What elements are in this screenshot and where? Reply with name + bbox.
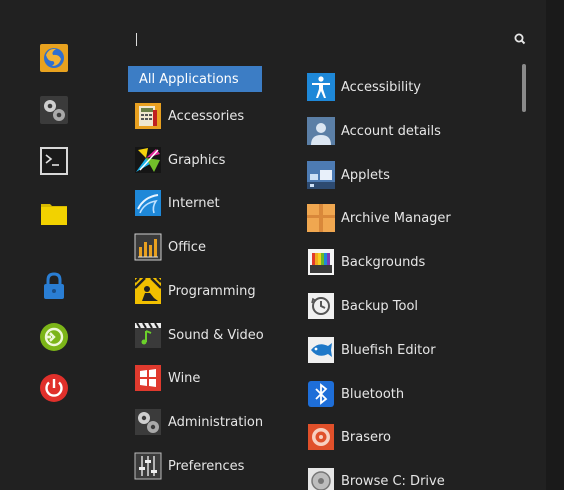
- app-account-details[interactable]: Account details: [306, 115, 441, 147]
- application-menu: All Applications Accessories Graphics In…: [0, 0, 546, 490]
- system-settings-icon[interactable]: [38, 94, 70, 126]
- app-label: Accessibility: [341, 79, 421, 95]
- app-accessibility[interactable]: Accessibility: [306, 71, 421, 103]
- category-label: Sound & Video: [168, 327, 264, 343]
- sound-video-icon: [134, 321, 162, 349]
- app-label: Backup Tool: [341, 298, 419, 314]
- files-folder-icon[interactable]: [38, 197, 70, 229]
- app-label: Bluefish Editor: [341, 342, 436, 358]
- firefox-icon[interactable]: [38, 42, 70, 74]
- backup-icon: [306, 291, 336, 321]
- category-label: Accessories: [168, 108, 245, 124]
- app-archive-manager[interactable]: Archive Manager: [306, 202, 451, 234]
- programming-icon: [134, 277, 162, 305]
- backgrounds-icon: [306, 247, 336, 277]
- archive-icon: [306, 203, 336, 233]
- lock-screen-icon[interactable]: [38, 270, 70, 302]
- power-icon[interactable]: [38, 372, 70, 404]
- graphics-icon: [134, 146, 162, 174]
- terminal-icon[interactable]: [38, 145, 70, 177]
- category-wine[interactable]: Wine: [134, 363, 200, 393]
- app-label: Account details: [341, 123, 441, 139]
- app-backup-tool[interactable]: Backup Tool: [306, 290, 418, 322]
- category-graphics[interactable]: Graphics: [134, 145, 225, 175]
- app-bluefish-editor[interactable]: Bluefish Editor: [306, 334, 436, 366]
- office-icon: [134, 233, 162, 261]
- drive-icon: [306, 466, 336, 490]
- bluetooth-icon: [306, 379, 336, 409]
- scrollbar-thumb[interactable]: [522, 64, 526, 112]
- category-internet[interactable]: Internet: [134, 188, 220, 218]
- app-browse-c-drive[interactable]: Browse C: Drive: [306, 465, 445, 490]
- applets-icon: [306, 160, 336, 190]
- accessibility-icon: [306, 72, 336, 102]
- accessories-icon: [134, 102, 162, 130]
- account-icon: [306, 116, 336, 146]
- text-caret: [136, 33, 137, 46]
- category-office[interactable]: Office: [134, 232, 206, 262]
- search-icon[interactable]: [512, 31, 528, 47]
- bluefish-icon: [306, 335, 336, 365]
- category-accessories[interactable]: Accessories: [134, 101, 244, 131]
- category-label: Programming: [168, 283, 256, 299]
- desktop-background-strip: [546, 0, 564, 490]
- app-label: Archive Manager: [341, 210, 451, 226]
- app-label: Brasero: [341, 429, 392, 445]
- category-administration[interactable]: Administration: [134, 407, 263, 437]
- logout-icon[interactable]: [38, 321, 70, 353]
- app-applets[interactable]: Applets: [306, 159, 390, 191]
- category-preferences[interactable]: Preferences: [134, 451, 244, 481]
- app-brasero[interactable]: Brasero: [306, 421, 391, 453]
- category-label: Office: [168, 239, 206, 255]
- category-label: Graphics: [168, 152, 226, 168]
- category-label: Wine: [168, 370, 201, 386]
- category-sound-video[interactable]: Sound & Video: [134, 320, 264, 350]
- app-bluetooth[interactable]: Bluetooth: [306, 378, 404, 410]
- app-backgrounds[interactable]: Backgrounds: [306, 246, 425, 278]
- category-label: All Applications: [139, 71, 239, 87]
- wine-icon: [134, 364, 162, 392]
- category-label: Administration: [168, 414, 264, 430]
- app-label: Bluetooth: [341, 386, 405, 402]
- app-label: Applets: [341, 167, 390, 183]
- category-label: Internet: [168, 195, 220, 211]
- administration-icon: [134, 408, 162, 436]
- app-label: Browse C: Drive: [341, 473, 445, 489]
- internet-icon: [134, 189, 162, 217]
- category-label: Preferences: [168, 458, 245, 474]
- preferences-icon: [134, 452, 162, 480]
- category-programming[interactable]: Programming: [134, 276, 256, 306]
- brasero-icon: [306, 422, 336, 452]
- category-all-applications[interactable]: All Applications: [128, 66, 262, 92]
- app-label: Backgrounds: [341, 254, 426, 270]
- search-input[interactable]: [132, 29, 502, 49]
